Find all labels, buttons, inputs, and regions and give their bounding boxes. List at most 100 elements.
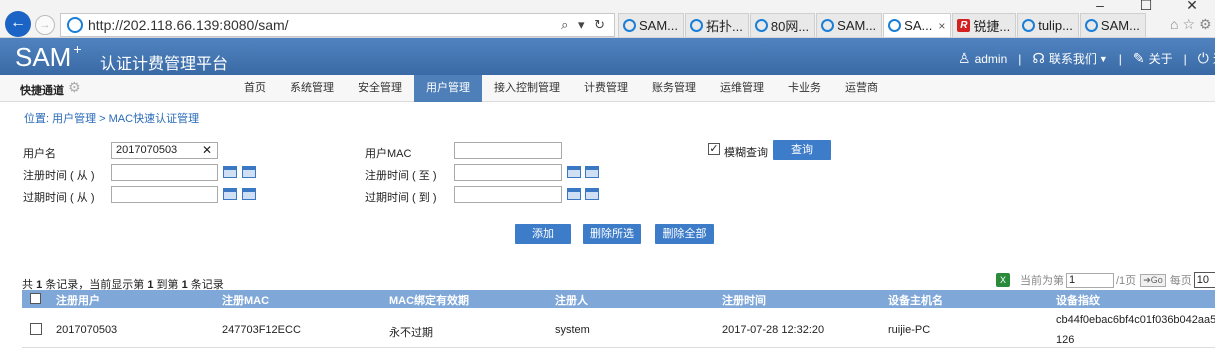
menu-item-users[interactable]: 用户管理 — [414, 75, 482, 102]
browser-tab[interactable]: SAM... — [1079, 13, 1146, 37]
reg-time-to-label: 注册时间 ( 至 ) — [365, 170, 437, 182]
table-header: 注册用户 注册MAC MAC绑定有效期 注册人 注册时间 设备主机名 设备指纹 — [22, 290, 1215, 308]
menu-item-security[interactable]: 安全管理 — [346, 75, 414, 102]
browser-tab[interactable]: R 锐捷... — [952, 13, 1017, 37]
add-button[interactable]: 添加 — [515, 224, 571, 244]
quick-access-label[interactable]: 快捷通道 — [20, 82, 64, 98]
menu-item-home[interactable]: 首页 — [232, 75, 278, 102]
cell-registrar: system — [555, 324, 590, 336]
calendar-icon[interactable] — [585, 166, 599, 178]
exp-time-to-field[interactable] — [454, 186, 562, 203]
fuzzy-query-checkbox[interactable]: ✓ — [708, 143, 720, 155]
calendar-icon[interactable] — [585, 188, 599, 200]
column-header[interactable]: 注册MAC — [222, 292, 269, 308]
calendar-icon[interactable] — [223, 166, 237, 178]
browser-toolbar-icons[interactable]: ⌂☆⚙ — [1170, 16, 1215, 33]
about-link[interactable]: 关于 — [1149, 50, 1173, 67]
forward-arrow-icon[interactable]: → — [35, 15, 55, 35]
clear-icon[interactable]: ✕ — [202, 143, 212, 158]
ie-icon — [1022, 19, 1036, 32]
excel-export-icon[interactable]: X — [996, 273, 1010, 287]
breadcrumb[interactable]: 位置: 用户管理 > MAC快速认证管理 — [24, 110, 199, 126]
app-logo: SAM + — [15, 41, 82, 72]
delete-selected-button[interactable]: 删除所选 — [583, 224, 641, 244]
reg-time-to-field[interactable] — [454, 164, 562, 181]
browser-tabs: SAM... 拓扑... 80网... SAM... SA... × R 锐捷...… — [618, 13, 1147, 37]
calendar-icon[interactable] — [567, 188, 581, 200]
menu-item-system[interactable]: 系统管理 — [278, 75, 346, 102]
page-number-input[interactable]: 1 — [1066, 272, 1114, 288]
ie-icon — [623, 19, 636, 32]
browser-chrome: – ☐ ✕ ← → http://202.118.66.139:8080/sam… — [0, 0, 1215, 38]
username-field[interactable]: 2017070503 ✕ — [111, 142, 218, 159]
column-header[interactable]: 注册用户 — [56, 292, 100, 308]
cell-mac: 247703F12ECC — [222, 324, 301, 336]
minimize-button[interactable]: – — [1077, 0, 1123, 12]
ruijie-icon: R — [957, 19, 971, 32]
menu-item-billing[interactable]: 计费管理 — [572, 75, 640, 102]
browser-tab[interactable]: 拓扑... — [685, 13, 749, 37]
column-header[interactable]: 注册时间 — [722, 292, 766, 308]
browser-tab[interactable]: SAM... — [816, 13, 883, 37]
column-header[interactable]: 设备指纹 — [1056, 292, 1100, 308]
ie-icon — [888, 19, 902, 32]
calendar-icon[interactable] — [567, 166, 581, 178]
user-mac-label: 用户MAC — [365, 148, 412, 160]
menu-item-card[interactable]: 卡业务 — [776, 75, 833, 102]
menu-item-accounts[interactable]: 账务管理 — [640, 75, 708, 102]
exp-time-to-label: 过期时间 ( 到 ) — [365, 192, 437, 204]
column-header[interactable]: 注册人 — [555, 292, 588, 308]
query-button[interactable]: 查询 — [773, 140, 831, 160]
ie-icon — [690, 19, 704, 32]
exp-time-from-field[interactable] — [111, 186, 218, 203]
cell-user: 2017070503 — [56, 324, 118, 336]
fuzzy-query-label: 模糊查询 — [724, 147, 768, 159]
table-row[interactable]: 2017070503 247703F12ECC 永不过期 system 2017… — [22, 308, 1215, 348]
reg-time-from-field[interactable] — [111, 164, 218, 181]
go-button[interactable]: ➔Go — [1140, 273, 1166, 287]
tab-close-icon[interactable]: × — [938, 19, 945, 33]
maximize-button[interactable]: ☐ — [1123, 0, 1169, 12]
browser-tab-active[interactable]: SA... × — [883, 13, 952, 37]
column-header[interactable]: 设备主机名 — [888, 292, 943, 308]
headset-icon: ☊ — [1032, 50, 1045, 66]
user-link[interactable]: admin — [975, 52, 1008, 66]
ie-icon — [754, 19, 768, 32]
menu-item-ops[interactable]: 运维管理 — [708, 75, 776, 102]
calendar-icon[interactable] — [242, 188, 256, 200]
cell-fingerprint: cb44f0ebac6bf4c01f036b042aa57 — [1056, 314, 1215, 326]
user-icon: ♙ — [958, 50, 971, 66]
app-header: SAM + 认证计费管理平台 ♙ admin | ☊ 联系我们 ▼ | ✎ 关于 … — [0, 38, 1215, 75]
menu-item-access-control[interactable]: 接入控制管理 — [482, 75, 572, 102]
address-tools[interactable]: ⌕ ▾ ↻ — [561, 17, 608, 33]
cell-fingerprint-cont: 126 — [1056, 334, 1075, 346]
exp-time-from-label: 过期时间 ( 从 ) — [23, 192, 95, 204]
address-url[interactable]: http://202.118.66.139:8080/sam/ — [88, 17, 289, 33]
select-all-checkbox[interactable] — [30, 293, 41, 304]
menu-item-carrier[interactable]: 运营商 — [833, 75, 890, 102]
ie-icon — [1084, 19, 1098, 32]
browser-tab[interactable]: SAM... — [618, 13, 685, 37]
browser-tab[interactable]: tulip... — [1017, 13, 1079, 37]
back-arrow-icon[interactable]: ← — [5, 11, 31, 37]
row-checkbox[interactable] — [30, 323, 42, 335]
calendar-icon[interactable] — [242, 166, 256, 178]
reg-time-from-label: 注册时间 ( 从 ) — [23, 170, 95, 182]
gear-icon[interactable]: ⚙ — [68, 79, 81, 96]
cell-validity: 永不过期 — [389, 327, 433, 339]
user-mac-field[interactable] — [454, 142, 562, 159]
per-page-select[interactable]: 10 — [1193, 272, 1215, 288]
pagination: X 当前为第 1 /1页 ➔Go 每页 10 条 — [996, 272, 1215, 288]
window-controls: – ☐ ✕ — [1077, 0, 1215, 12]
chevron-down-icon: ▼ — [1098, 53, 1108, 64]
contact-link[interactable]: 联系我们 — [1049, 50, 1097, 67]
address-bar[interactable]: http://202.118.66.139:8080/sam/ ⌕ ▾ ↻ — [60, 13, 615, 37]
column-header[interactable]: MAC绑定有效期 — [389, 292, 469, 308]
cell-time: 2017-07-28 12:32:20 — [722, 324, 825, 336]
delete-all-button[interactable]: 删除全部 — [655, 224, 714, 244]
ie-icon — [821, 19, 835, 32]
close-window-button[interactable]: ✕ — [1169, 0, 1215, 12]
calendar-icon[interactable] — [223, 188, 237, 200]
cell-host: ruijie-PC — [888, 324, 931, 336]
browser-tab[interactable]: 80网... — [749, 13, 816, 37]
